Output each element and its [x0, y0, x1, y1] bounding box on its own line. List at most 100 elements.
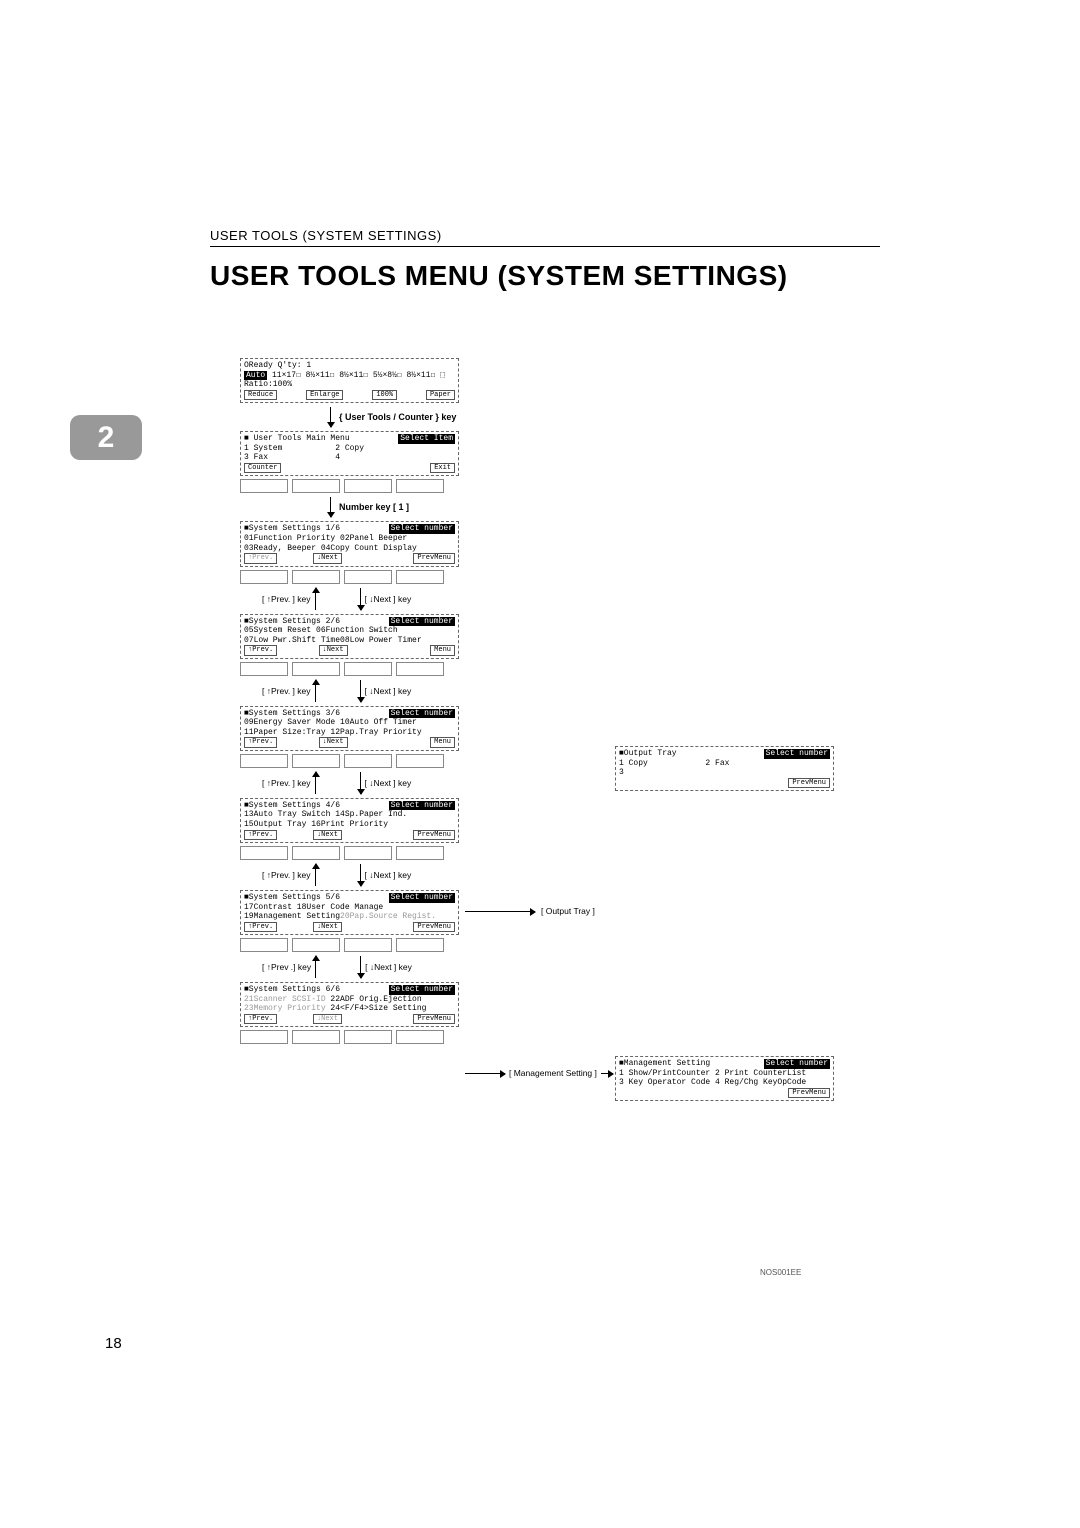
nav-arrows-2: [ ↑Prev. ] key [ ↓Next ] key	[262, 680, 890, 702]
hw-btns-6	[240, 938, 890, 952]
s2-menu: Menu	[430, 645, 455, 655]
mg-select: Select number	[764, 1059, 830, 1069]
s5-r1: 17Contrast 18User Code Manage	[244, 903, 455, 913]
footer-code: NOS001EE	[760, 1268, 801, 1277]
ready-sizes: 11×17☐ 8½×11☐ 8½×11☐ 5½×8½☐ 8½×11☐ ⬚	[267, 371, 445, 380]
s4-title: ■System Settings 4/6	[244, 801, 340, 811]
screen-output-tray: ■Output Tray Select number 1 Copy 2 Fax 3…	[615, 746, 834, 791]
s6-select: Select number	[389, 985, 455, 995]
s5-next: ↓Next	[313, 922, 342, 932]
nav-arrows-1: [ ↑Prev. ] key [ ↓Next ] key	[262, 588, 890, 610]
s4-menu: PrevMenu	[413, 830, 455, 840]
screen-s6: ■System Settings 6/6Select number 21Scan…	[240, 982, 459, 1027]
hw-btns-1	[240, 479, 890, 493]
link-output: [ Output Tray ]	[465, 906, 601, 916]
s1-r1: 01Function Priority 02Panel Beeper	[244, 534, 455, 544]
ready-l1: OReady Q'ty: 1	[244, 361, 311, 371]
mm-l2: 1 System 2 Copy	[244, 444, 455, 454]
next-key-4: [ ↓Next ] key	[365, 870, 412, 880]
prev-key-1: [ ↑Prev. ] key	[262, 594, 311, 604]
mg-r1: 1 Show/PrintCounter 2 Print CounterList	[619, 1069, 830, 1079]
screen-mgmt: ■Management Setting Select number 1 Show/…	[615, 1056, 834, 1101]
s3-r1: 09Energy Saver Mode 10Auto Off Timer	[244, 718, 455, 728]
s2-r1: 05System Reset 06Function Switch	[244, 626, 455, 636]
screen-s1: ■System Settings 1/6 Select number 01Func…	[240, 521, 459, 566]
s6-r2a: 23Memory Priority	[244, 1004, 330, 1013]
prev-key-4: [ ↑Prev. ] key	[262, 870, 311, 880]
s5-select: Select number	[389, 893, 455, 903]
s3-title: ■System Settings 3/6	[244, 709, 340, 719]
btn-counter: Counter	[244, 463, 281, 473]
btn-paper: Paper	[426, 390, 455, 400]
s1-prev: ↑Prev.	[244, 553, 277, 563]
s5-r2a: 19Management Setting	[244, 912, 340, 921]
s2-title: ■System Settings 2/6	[244, 617, 340, 627]
output-label: [ Output Tray ]	[541, 906, 595, 916]
s1-select: Select number	[389, 524, 455, 534]
s4-prev: ↑Prev.	[244, 830, 277, 840]
next-key-1: [ ↓Next ] key	[365, 594, 412, 604]
chapter-tab: 2	[70, 415, 142, 460]
hw-btns-3	[240, 662, 890, 676]
ready-auto: Auto	[244, 371, 267, 380]
prev-key-3: [ ↑Prev. ] key	[262, 778, 311, 788]
screen-s4: ■System Settings 4/6 Select number 13Auto…	[240, 798, 459, 843]
s2-select: Select number	[389, 617, 455, 627]
s6-next: ↓Next	[313, 1014, 342, 1024]
ot-r1: 1 Copy 2 Fax	[619, 759, 830, 769]
s6-r2b: 24<F/F4>Size Setting	[330, 1004, 426, 1013]
hw-btns-5	[240, 846, 890, 860]
s6-prev: ↑Prev.	[244, 1014, 277, 1024]
ot-title: ■Output Tray	[619, 749, 677, 759]
s4-r2: 15Output Tray 16Print Priority	[244, 820, 455, 830]
page-number: 18	[105, 1335, 122, 1352]
next-key-5: [ ↓Next ] key	[365, 962, 412, 972]
s4-next: ↓Next	[313, 830, 342, 840]
next-key-2: [ ↓Next ] key	[365, 686, 412, 696]
s6-r1a: 21Scanner SCSI-ID	[244, 995, 330, 1004]
s5-r2b: 20Pap.Source Regist.	[340, 912, 436, 921]
s2-next: ↓Next	[319, 645, 348, 655]
mm-title: ■ User Tools Main Menu	[244, 434, 350, 444]
s1-r2: 03Ready, Beeper 04Copy Count Display	[244, 544, 455, 554]
key-number1: Number key [ 1 ]	[339, 502, 409, 512]
header-line: USER TOOLS (SYSTEM SETTINGS)	[210, 228, 880, 247]
btn-reduce: Reduce	[244, 390, 277, 400]
ot-menu: PrevMenu	[788, 778, 830, 788]
s4-select: Select number	[389, 801, 455, 811]
s3-r2: 11Paper Size:Tray 12Pap.Tray Priority	[244, 728, 455, 738]
screen-mainmenu: ■ User Tools Main Menu Select Item 1 Syst…	[240, 431, 459, 476]
hw-btns-7	[240, 1030, 890, 1044]
mg-title: ■Management Setting	[619, 1059, 710, 1069]
ot-select: Select number	[764, 749, 830, 759]
hw-btns-2	[240, 570, 890, 584]
s1-menu: PrevMenu	[413, 553, 455, 563]
key-usertools: { User Tools / Counter } key	[339, 412, 456, 422]
mm-select: Select Item	[398, 434, 455, 444]
mg-r2: 3 Key Operator Code 4 Reg/Chg KeyOpCode	[619, 1078, 830, 1088]
screen-s2: ■System Settings 2/6 Select number 05Syst…	[240, 614, 459, 659]
ot-r2: 3	[619, 768, 830, 778]
prev-key-2: [ ↑Prev. ] key	[262, 686, 311, 696]
btn-enlarge: Enlarge	[306, 390, 343, 400]
btn-100: 100%	[372, 390, 397, 400]
s1-title: ■System Settings 1/6	[244, 524, 340, 534]
s6-r1b: 22ADF Orig.Ejection	[330, 995, 421, 1004]
s6-menu: PrevMenu	[413, 1014, 455, 1024]
s2-prev: ↑Prev.	[244, 645, 277, 655]
nav-arrows-4: [ ↑Prev. ] key [ ↓Next ] key	[262, 864, 890, 886]
s3-menu: Menu	[430, 737, 455, 747]
s3-prev: ↑Prev.	[244, 737, 277, 747]
ready-ratio: Ratio:100%	[244, 380, 455, 390]
mg-menu: PrevMenu	[788, 1088, 830, 1098]
arrow-number1: Number key [ 1 ]	[330, 497, 890, 517]
s5-menu: PrevMenu	[413, 922, 455, 932]
mgmt-label: [ Management Setting ]	[509, 1068, 597, 1078]
btn-exit: Exit	[430, 463, 455, 473]
arrow-usertools: { User Tools / Counter } key	[330, 407, 890, 427]
s3-select: Select number	[389, 709, 455, 719]
screen-s5: ■System Settings 5/6Select number 17Cont…	[240, 890, 459, 935]
screen-ready: OReady Q'ty: 1 Auto 11×17☐ 8½×11☐ 8½×11☐…	[240, 358, 459, 403]
s4-r1: 13Auto Tray Switch 14Sp.Paper Ind.	[244, 810, 455, 820]
next-key-3: [ ↓Next ] key	[365, 778, 412, 788]
